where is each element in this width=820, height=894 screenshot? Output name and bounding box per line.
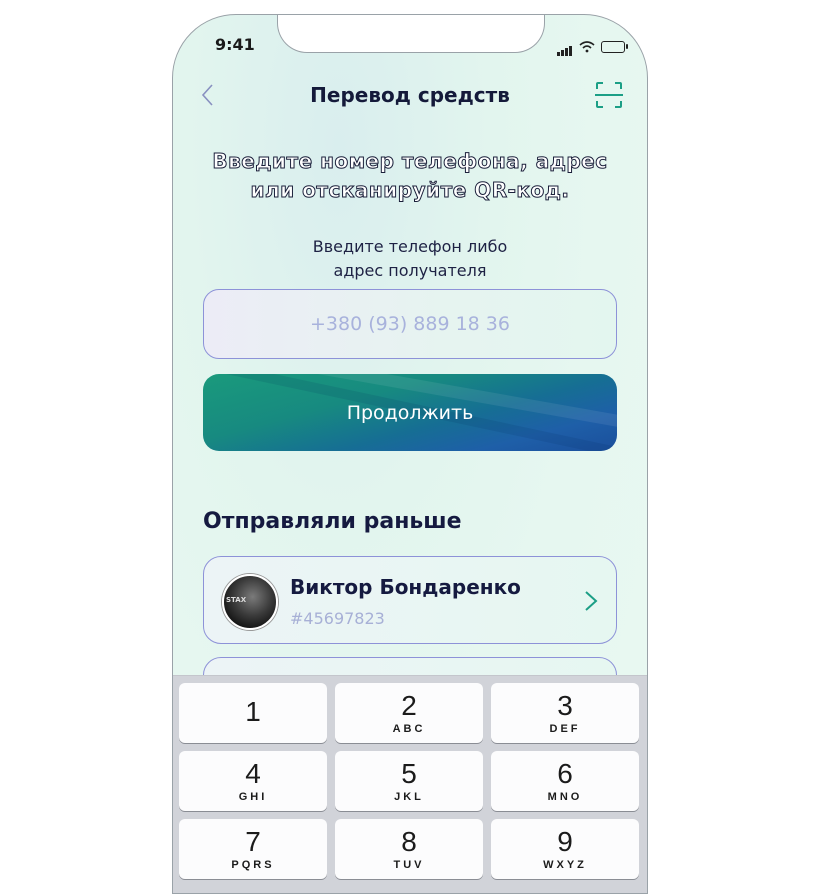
status-icons — [557, 37, 628, 56]
key-6[interactable]: 6 MNO — [491, 751, 639, 811]
key-letters: PQRS — [231, 859, 275, 871]
key-letters: JKL — [394, 791, 424, 803]
key-digit: 9 — [557, 826, 573, 857]
key-digit: 2 — [401, 690, 417, 721]
key-digit: 4 — [245, 758, 261, 789]
instruction-heading: Введите номер телефона, адрес или отскан… — [193, 147, 627, 205]
page-title: Перевод средств — [310, 83, 510, 107]
key-letters: MNO — [547, 791, 583, 803]
numeric-keypad: 1 2 ABC 3 DEF 4 GHI 5 JKL 6 MNO 7 PQRS 8 TUV 9 W… — [173, 675, 647, 893]
battery-icon — [601, 40, 628, 53]
key-letters: DEF — [549, 723, 581, 735]
key-digit: 1 — [245, 696, 261, 727]
instruction-heading-line1: Введите номер телефона, адрес — [212, 149, 608, 174]
instruction-heading-line2: или отсканируйте QR-код. — [250, 178, 570, 203]
key-2[interactable]: 2 ABC — [335, 683, 483, 743]
key-letters: GHI — [238, 791, 268, 803]
chevron-right-icon — [585, 591, 598, 611]
key-9[interactable]: 9 WXYZ — [491, 819, 639, 879]
input-hint-line1: Введите телефон либо — [312, 237, 508, 256]
input-hint-line2: адрес получателя — [333, 261, 487, 280]
contact-name: Виктор Бондаренко — [290, 575, 521, 599]
phone-frame: 9:41 Перевод средств Введите номер телеф… — [172, 14, 648, 894]
key-letters: TUV — [393, 859, 425, 871]
key-8[interactable]: 8 TUV — [335, 819, 483, 879]
continue-button[interactable]: Продолжить — [203, 374, 617, 451]
wifi-icon — [579, 40, 595, 52]
notch — [277, 15, 545, 53]
recipient-input[interactable]: +380 (93) 889 18 36 — [203, 289, 617, 359]
key-digit: 6 — [557, 758, 573, 789]
key-letters: WXYZ — [543, 859, 587, 871]
key-7[interactable]: 7 PQRS — [179, 819, 327, 879]
key-5[interactable]: 5 JKL — [335, 751, 483, 811]
qr-scan-icon[interactable] — [595, 81, 623, 109]
avatar-logo-text: STAX — [226, 596, 247, 604]
signal-icon — [557, 37, 573, 56]
recent-contact-card[interactable]: STAX Виктор Бондаренко #45697823 — [203, 556, 617, 644]
key-letters: ABC — [392, 723, 426, 735]
contact-id: #45697823 — [290, 609, 385, 628]
key-3[interactable]: 3 DEF — [491, 683, 639, 743]
continue-button-label: Продолжить — [346, 401, 474, 424]
status-time: 9:41 — [215, 35, 255, 54]
key-digit: 8 — [401, 826, 417, 857]
recent-section-title: Отправляли раньше — [203, 509, 462, 534]
key-digit: 5 — [401, 758, 417, 789]
recipient-input-placeholder: +380 (93) 889 18 36 — [310, 313, 510, 335]
key-digit: 3 — [557, 690, 573, 721]
avatar: STAX — [222, 574, 278, 630]
key-digit: 7 — [245, 826, 261, 857]
input-hint: Введите телефон либо адрес получателя — [173, 235, 647, 283]
key-1[interactable]: 1 — [179, 683, 327, 743]
key-4[interactable]: 4 GHI — [179, 751, 327, 811]
